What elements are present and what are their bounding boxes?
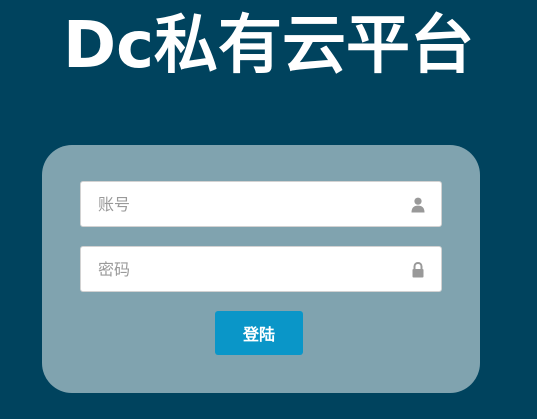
login-button[interactable]: 登陆 <box>215 311 303 355</box>
password-input[interactable] <box>81 247 418 291</box>
user-icon <box>411 197 425 213</box>
login-panel: 登陆 <box>42 145 480 393</box>
lock-icon <box>411 261 425 278</box>
password-field-wrapper <box>80 246 442 292</box>
username-input[interactable] <box>81 182 418 226</box>
page-title: Dc私有云平台 <box>62 9 475 83</box>
username-field-wrapper <box>80 181 442 227</box>
